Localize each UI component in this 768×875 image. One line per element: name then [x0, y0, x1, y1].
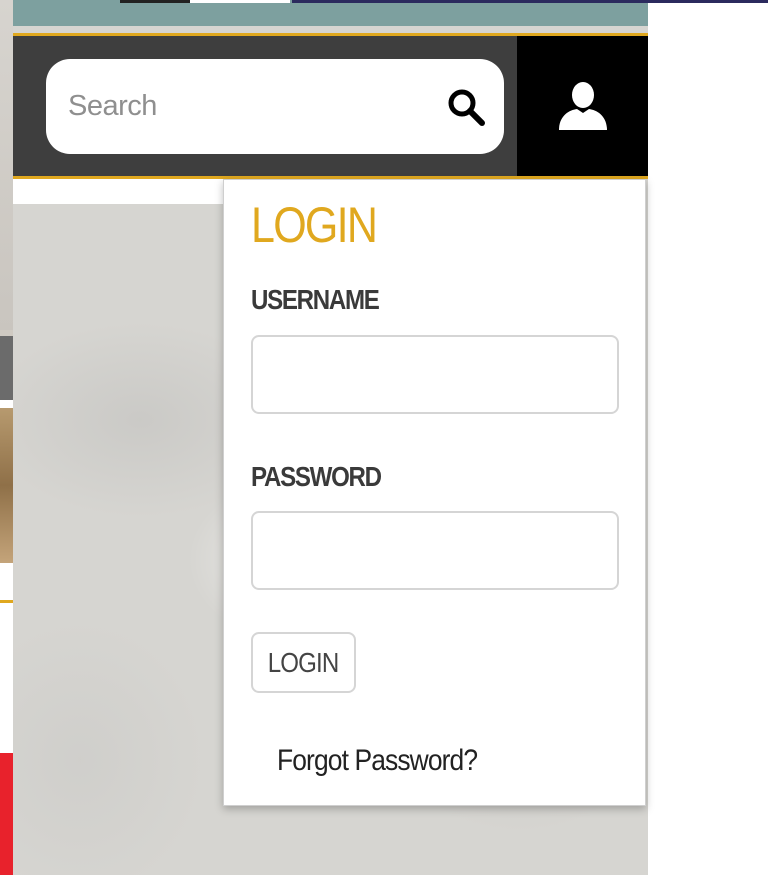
strip-segment: [0, 336, 13, 400]
strip-segment: [0, 400, 13, 408]
login-title: LOGIN: [251, 197, 378, 253]
login-button-label: LOGIN: [268, 646, 340, 678]
left-page-strip: [0, 0, 13, 875]
login-button[interactable]: LOGIN: [251, 632, 356, 693]
top-edge-light: [190, 0, 290, 3]
top-color-band: [13, 0, 648, 26]
strip-segment: [0, 563, 13, 601]
username-label: USERNAME: [251, 284, 380, 315]
password-label: PASSWORD: [251, 461, 382, 492]
search-input[interactable]: [68, 90, 428, 123]
top-edge-dark: [120, 0, 190, 3]
search-box: [46, 59, 504, 154]
strip-segment: [0, 753, 13, 875]
strip-segment: [0, 0, 13, 330]
header-white-band: [13, 179, 223, 204]
login-dropdown: LOGIN USERNAME PASSWORD LOGIN Forgot Pas…: [223, 179, 646, 806]
strip-segment: [0, 603, 13, 753]
strip-segment: [0, 408, 13, 563]
top-edge-navy: [292, 0, 768, 3]
username-field[interactable]: [251, 335, 619, 414]
user-icon: [558, 82, 607, 130]
header-bar: [13, 36, 648, 176]
user-account-button[interactable]: [517, 36, 648, 176]
password-field[interactable]: [251, 511, 619, 590]
forgot-password-link[interactable]: Forgot Password?: [277, 744, 478, 778]
search-icon[interactable]: [446, 87, 486, 127]
